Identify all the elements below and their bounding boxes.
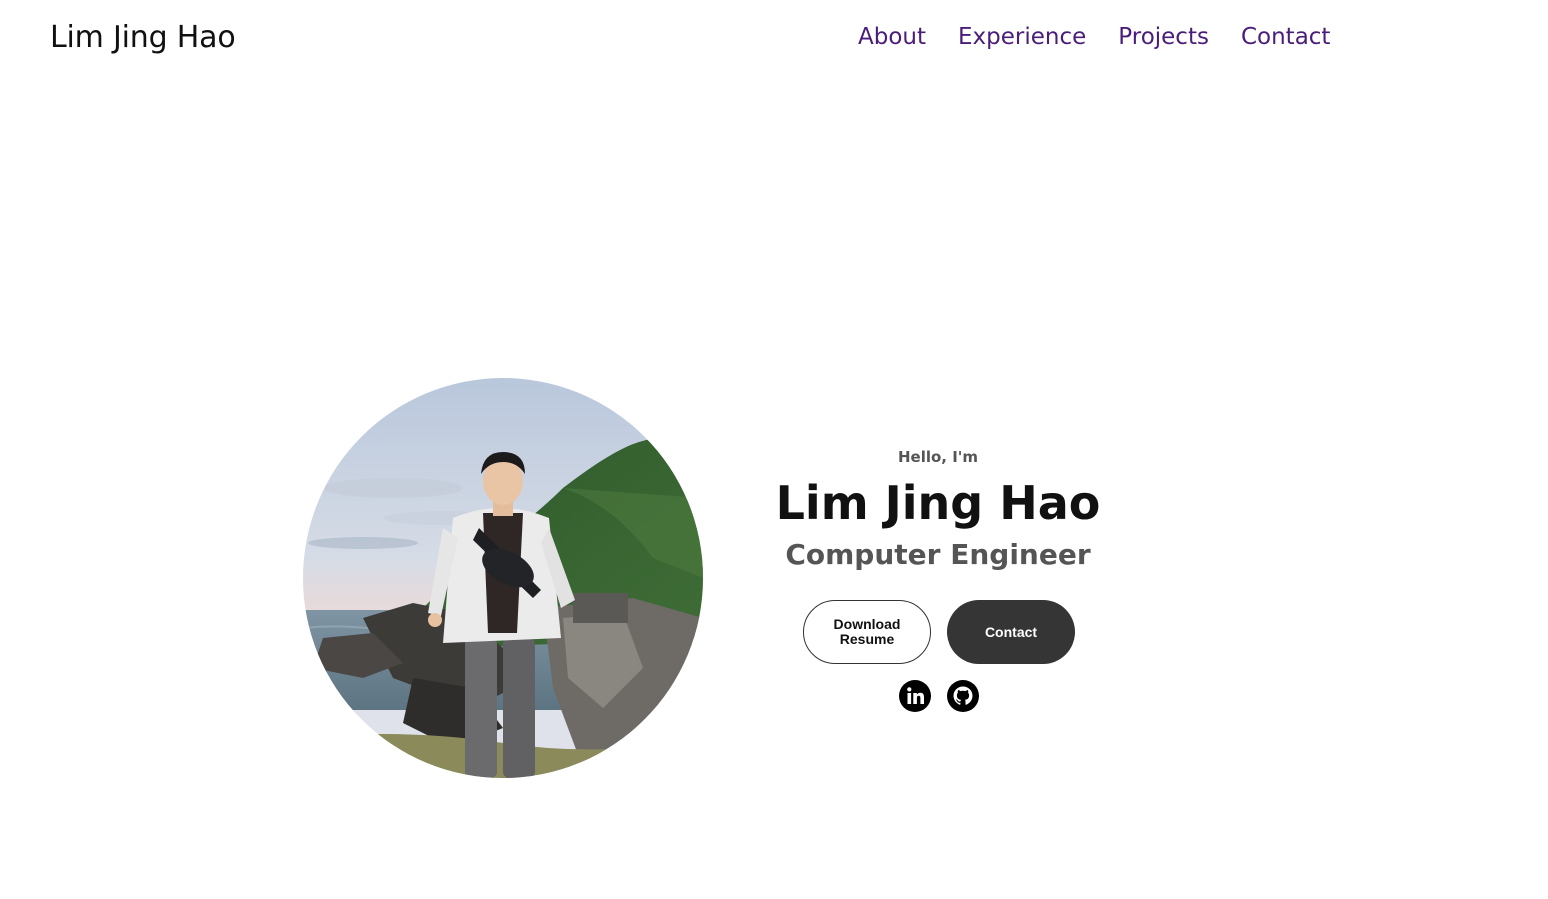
- download-resume-button[interactable]: Download Resume: [803, 600, 931, 664]
- site-logo[interactable]: Lim Jing Hao: [50, 20, 236, 55]
- nav-item-projects: Projects: [1118, 24, 1209, 50]
- hero-text: Hello, I'm Lim Jing Hao Computer Enginee…: [738, 445, 1138, 573]
- github-icon[interactable]: [947, 680, 979, 712]
- linkedin-icon[interactable]: [899, 680, 931, 712]
- nav-link-projects[interactable]: Projects: [1118, 24, 1209, 50]
- profile-photo: [303, 378, 703, 778]
- nav-links: About Experience Projects Contact: [858, 24, 1330, 50]
- nav-link-contact[interactable]: Contact: [1241, 24, 1330, 50]
- profile-photo-illustration: [303, 378, 703, 778]
- hero-title: Computer Engineer: [785, 538, 1091, 571]
- hero-name: Lim Jing Hao: [775, 476, 1101, 530]
- nav-link-about[interactable]: About: [858, 24, 926, 50]
- nav-link-experience[interactable]: Experience: [958, 24, 1086, 50]
- nav-item-experience: Experience: [958, 24, 1086, 50]
- nav-item-contact: Contact: [1241, 24, 1330, 50]
- nav-item-about: About: [858, 24, 926, 50]
- contact-button[interactable]: Contact: [947, 600, 1075, 664]
- hero-greeting: Hello, I'm: [897, 448, 979, 466]
- site-header: Lim Jing Hao About Experience Projects C…: [0, 0, 1548, 82]
